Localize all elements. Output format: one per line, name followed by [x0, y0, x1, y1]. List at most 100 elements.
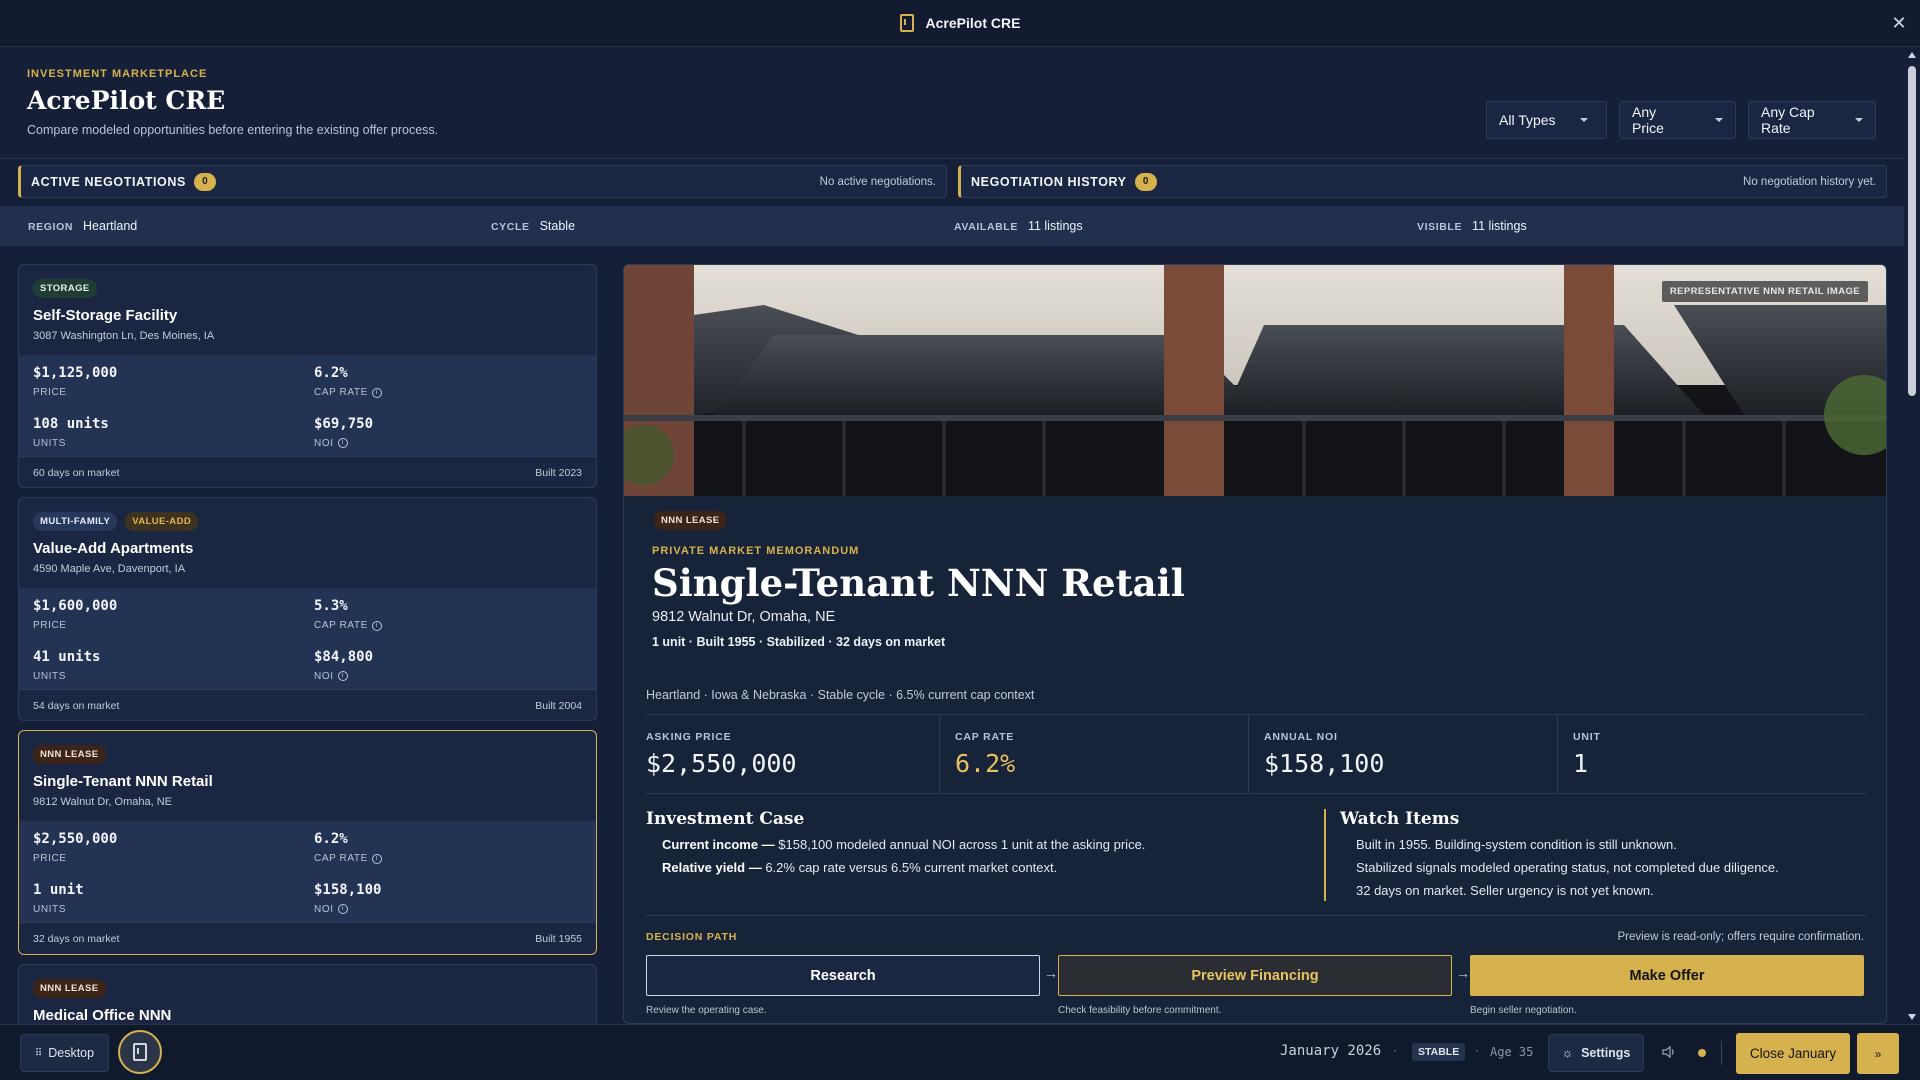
active-negotiations-bar[interactable]: ACTIVE NEGOTIATIONS 0 No active negotiat…: [18, 165, 947, 198]
arrow-right-icon: →: [1044, 965, 1058, 981]
listing-cap-rate: 5.3%: [314, 598, 348, 614]
cap-rate-filter-value: Any Cap Rate: [1761, 104, 1815, 136]
listing-units: 108 units: [33, 415, 109, 432]
info-icon[interactable]: i: [371, 853, 382, 864]
metric-label: CAP RATE: [314, 620, 368, 631]
metric-label: PRICE: [33, 620, 67, 631]
watch-item: Built in 1955. Building-system condition…: [1356, 837, 1677, 852]
chevron-down-icon: [1715, 118, 1723, 122]
listing-cap-rate: 6.2%: [314, 365, 348, 381]
app-launcher-button[interactable]: [118, 1030, 162, 1074]
listing-address: 3087 Washington Ln, Des Moines, IA: [33, 330, 215, 342]
listing-address: 9812 Walnut Dr, Omaha, NE: [33, 796, 172, 808]
close-month-button[interactable]: Close January: [1736, 1033, 1850, 1074]
listing-detail-panel: REPRESENTATIVE NNN RETAIL IMAGE NNN LEAS…: [623, 264, 1887, 1024]
listing-metrics: $1,600,000 PRICE 5.3% CAP RATE i 41 units UN…: [19, 588, 596, 689]
listing-card[interactable]: NNN LEASE Medical Office NNN: [18, 964, 597, 1024]
fast-forward-button[interactable]: »: [1857, 1033, 1899, 1074]
info-icon[interactable]: i: [337, 671, 348, 681]
listing-noi: $69,750: [314, 415, 374, 432]
vertical-scrollbar[interactable]: [1904, 48, 1920, 1024]
info-icon[interactable]: i: [371, 620, 382, 631]
listing-year-built: Built 2023: [535, 466, 582, 479]
desktop-button[interactable]: ⠿ Desktop: [20, 1034, 109, 1072]
page-title: AcrePilot CRE: [27, 86, 226, 115]
page-eyebrow: INVESTMENT MARKETPLACE: [27, 68, 208, 80]
scroll-down-icon[interactable]: [1908, 1014, 1916, 1020]
close-icon[interactable]: ✕: [1888, 12, 1910, 34]
kpi-label: UNIT: [1573, 731, 1601, 743]
listing-name: Value-Add Apartments: [33, 540, 194, 557]
listing-cap-rate: 6.2%: [314, 831, 348, 847]
negotiation-history-bar[interactable]: NEGOTIATION HISTORY 0 No negotiation his…: [958, 165, 1887, 198]
listing-card[interactable]: STORAGE Self-Storage Facility 3087 Washi…: [18, 264, 597, 488]
page-subtitle: Compare modeled opportunities before ent…: [27, 123, 439, 137]
scrollbar-thumb[interactable]: [1908, 66, 1916, 396]
watch-items: Watch Items Built in 1955. Building-syst…: [1324, 809, 1844, 901]
stat-value: Stable: [539, 219, 576, 233]
preview-financing-button[interactable]: Preview Financing: [1058, 955, 1452, 996]
stat-region: REGION Heartland: [0, 219, 463, 233]
kpi-label: ASKING PRICE: [646, 731, 732, 743]
kpi-unit: UNIT 1: [1558, 715, 1866, 793]
offer-hint: Begin seller negotiation.: [1470, 1005, 1577, 1016]
kpi-value: 6.2%: [955, 749, 1016, 778]
investment-case-heading: Investment Case: [646, 809, 805, 829]
listing-days-on-market: 32 days on market: [33, 932, 120, 945]
watch-item: 32 days on market. Seller urgency is not…: [1356, 883, 1654, 898]
price-filter-select[interactable]: Any Price: [1619, 101, 1736, 139]
active-negotiations-message: No active negotiations.: [819, 175, 936, 188]
listing-strategy-badge: VALUE-ADD: [125, 512, 199, 531]
settings-button[interactable]: ☼ Settings: [1548, 1034, 1644, 1072]
listing-type-badge: MULTI-FAMILY: [33, 512, 118, 531]
speaker-icon[interactable]: [1662, 1045, 1676, 1059]
window-title: AcrePilot CRE: [899, 14, 1020, 32]
listing-metrics: $1,125,000 PRICE 6.2% CAP RATE i 108 units U…: [19, 355, 596, 456]
listing-price: $1,125,000: [33, 365, 118, 381]
info-icon[interactable]: i: [337, 904, 348, 914]
metric-label: UNITS: [33, 903, 66, 915]
make-offer-button[interactable]: Make Offer: [1470, 955, 1864, 996]
active-negotiations-label: ACTIVE NEGOTIATIONS: [31, 174, 186, 189]
kpi-row: ASKING PRICE $2,550,000 CAP RATE 6.2% AN…: [646, 714, 1866, 794]
detail-address: 9812 Walnut Dr, Omaha, NE: [652, 609, 836, 625]
scroll-up-icon[interactable]: [1908, 52, 1916, 58]
research-hint: Review the operating case.: [646, 1005, 767, 1016]
cap-rate-filter-select[interactable]: Any Cap Rate: [1748, 101, 1876, 139]
player-age: Age 35: [1490, 1045, 1534, 1059]
desktop-label: Desktop: [48, 1046, 95, 1060]
grid-icon: ⠿: [34, 1047, 43, 1059]
listing-name: Medical Office NNN: [33, 1007, 172, 1024]
kpi-asking-price: ASKING PRICE $2,550,000: [646, 715, 940, 793]
chevron-down-icon: [1855, 118, 1863, 122]
listing-card-selected[interactable]: NNN LEASE Single-Tenant NNN Retail 9812 …: [18, 730, 597, 955]
separator-dot: ·: [1393, 1043, 1397, 1057]
info-icon[interactable]: i: [337, 438, 348, 448]
header-divider: [0, 158, 1904, 159]
type-filter-select[interactable]: All Types: [1486, 101, 1607, 139]
chevron-down-icon: [1579, 118, 1588, 122]
decision-path-divider: [646, 915, 1866, 916]
game-date: January 2026: [1280, 1043, 1382, 1059]
price-filter-value: Any Price: [1632, 104, 1664, 136]
watch-item: Stabilized signals modeled operating sta…: [1356, 860, 1779, 875]
listing-name: Single-Tenant NNN Retail: [33, 773, 213, 790]
building-icon: [899, 14, 914, 32]
detail-eyebrow: PRIVATE MARKET MEMORANDUM: [652, 545, 860, 557]
stat-value: Heartland: [83, 219, 138, 233]
kpi-label: ANNUAL NOI: [1264, 731, 1338, 743]
detail-title: Single-Tenant NNN Retail: [652, 561, 1185, 605]
info-icon[interactable]: i: [371, 387, 382, 398]
metric-label: CAP RATE: [314, 853, 368, 864]
arrow-right-icon: →: [1456, 965, 1470, 981]
stat-cycle: CYCLE Stable: [463, 219, 926, 233]
kpi-value: $2,550,000: [646, 749, 797, 778]
stat-visible: VISIBLE 11 listings: [1389, 219, 1852, 233]
listing-metrics: $2,550,000 PRICE 6.2% CAP RATE i 1 unit UNIT…: [19, 821, 596, 922]
detail-meta: 1 unit · Built 1955 · Stabilized · 32 da…: [652, 635, 946, 649]
watch-items-heading: Watch Items: [1340, 809, 1460, 829]
detail-type-badge: NNN LEASE: [654, 511, 727, 530]
kpi-cap-rate: CAP RATE 6.2%: [940, 715, 1249, 793]
research-button[interactable]: Research: [646, 955, 1040, 996]
listing-card[interactable]: MULTI-FAMILY VALUE-ADD Value-Add Apartme…: [18, 497, 597, 721]
